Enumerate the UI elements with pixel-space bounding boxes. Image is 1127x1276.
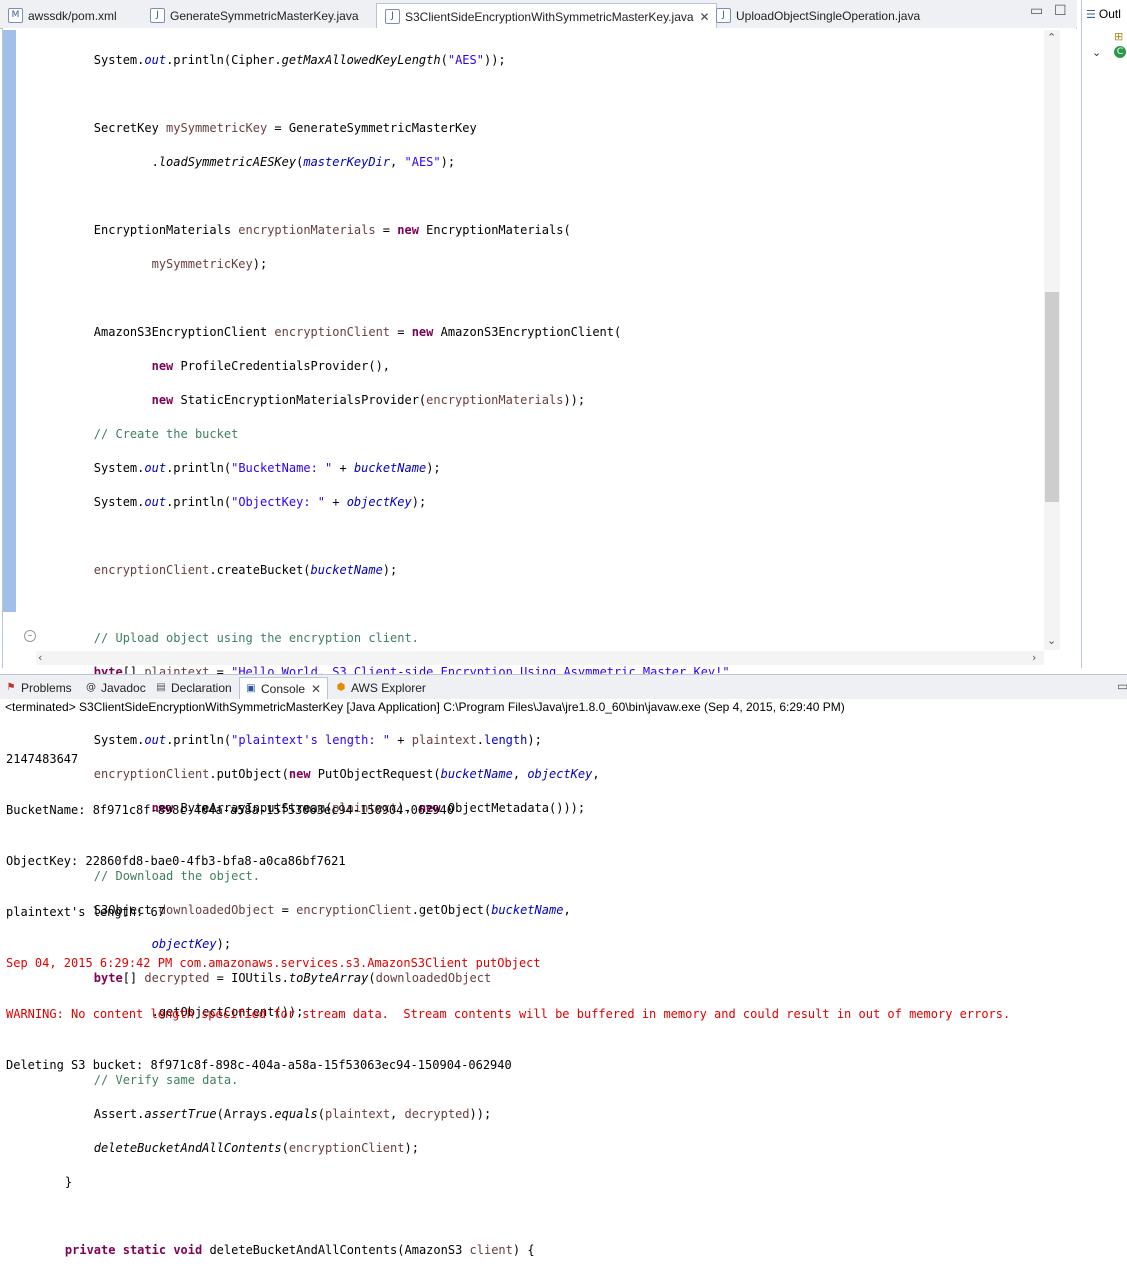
horizontal-scrollbar[interactable] [36,651,1044,665]
console-status: <terminated> S3ClientSideEncryptionWithS… [0,699,1127,716]
scroll-up-icon[interactable]: ⌃ [1047,31,1056,44]
close-icon[interactable]: ✕ [311,682,321,696]
code-line: mySymmetricKey); [151,257,268,271]
tab-javadoc[interactable]: @ Javadoc [80,678,146,698]
outline-panel: ☰ Outl ⊞ ⌄ C [1081,0,1127,668]
package-icon: ⊞ [1114,30,1124,43]
outline-tab-label: Outl [1098,7,1121,21]
console-line: BucketName: 8f971c8f-898c-404a-a58a-15f5… [6,803,454,817]
outline-tab[interactable]: ☰ Outl [1086,7,1121,21]
tab-upload-object-single-operation[interactable]: J UploadObjectSingleOperation.java [708,4,920,27]
tab-pom-xml[interactable]: M awssdk/pom.xml [0,4,117,27]
tab-label: AWS Explorer [351,681,426,695]
code-line: // Create the bucket [93,427,239,441]
editor-tab-bar: M awssdk/pom.xml J GenerateSymmetricMast… [0,0,1077,29]
code-line: Assert.assertTrue(Arrays.equals(plaintex… [36,1107,492,1121]
tab-label: UploadObjectSingleOperation.java [736,8,921,23]
code-line: System.out.println(Cipher.getMaxAllowedK… [36,53,506,67]
code-line: private static void deleteBucketAndAllCo… [64,1243,535,1257]
problems-icon: ⚑ [6,682,16,693]
tab-problems[interactable]: ⚑ Problems [0,678,72,698]
console-output[interactable]: 2147483647 BucketName: 8f971c8f-898c-404… [6,717,1126,1091]
java-file-icon: J [716,8,731,23]
code-line: } [36,1175,73,1189]
scroll-right-icon[interactable]: › [1032,651,1036,664]
fold-collapse-icon[interactable]: − [24,630,36,642]
javadoc-icon: @ [86,682,96,693]
tab-label: awssdk/pom.xml [28,8,117,23]
declaration-icon: ▤ [156,682,166,693]
console-line: Deleting S3 bucket: 8f971c8f-898c-404a-a… [6,1058,512,1072]
console-line-error: Sep 04, 2015 6:29:42 PM com.amazonaws.se… [6,956,541,970]
vertical-scroll-thumb[interactable] [1045,292,1059,502]
maven-icon: M [8,8,23,23]
java-file-icon: J [385,9,400,24]
maximize-icon[interactable]: ☐ [1054,3,1067,19]
tab-s3-client-side-encryption[interactable]: J S3ClientSideEncryptionWithSymmetricMas… [376,3,717,29]
code-line: AmazonS3EncryptionClient encryptionClien… [36,325,622,339]
code-line: encryptionClient.createBucket(bucketName… [93,563,398,577]
code-line: deleteBucketAndAllContents(encryptionCli… [93,1141,419,1155]
console-icon: ▣ [246,683,256,694]
code-line: System.out.println("ObjectKey: " + objec… [36,495,427,509]
code-line: new StaticEncryptionMaterialsProvider(en… [151,393,586,407]
code-line: System.out.println("BucketName: " + buck… [36,461,441,475]
console-line: plaintext's length: 67 [6,905,165,919]
code-line: .loadSymmetricAESKey(masterKeyDir, "AES"… [36,155,456,169]
java-file-icon: J [150,8,165,23]
change-ruler [3,30,16,612]
tab-aws-explorer[interactable]: ⬢ AWS Explorer [330,678,426,698]
view-tab-bar: ⚑ Problems @ Javadoc ▤ Declaration ▣ Con… [0,674,1127,700]
code-line: // Upload object using the encryption cl… [93,631,419,645]
console-line: ObjectKey: 22860fd8-bae0-4fb3-bfa8-a0ca8… [6,854,346,868]
tab-declaration[interactable]: ▤ Declaration [150,678,232,698]
tab-label: Javadoc [101,681,146,695]
scroll-down-icon[interactable]: ⌄ [1047,634,1056,647]
tab-label: Declaration [171,681,232,695]
tab-label: Problems [21,681,72,695]
tab-label: Console [261,682,306,696]
tab-console[interactable]: ▣ Console ✕ [239,677,329,700]
aws-explorer-icon: ⬢ [336,682,346,693]
console-line: 2147483647 [6,752,79,766]
class-icon[interactable]: C [1114,46,1126,58]
code-line: SecretKey mySymmetricKey = GenerateSymme… [36,121,477,135]
scroll-left-icon[interactable]: ‹ [38,651,42,664]
minimize-view-icon[interactable]: ▭ [1117,679,1127,693]
tab-label: S3ClientSideEncryptionWithSymmetricMaste… [405,9,694,24]
console-line-error: WARNING: No content length specified for… [6,1007,1011,1021]
tab-generate-symmetric-master-key[interactable]: J GenerateSymmetricMasterKey.java [142,4,359,27]
tab-label: GenerateSymmetricMasterKey.java [170,8,359,23]
expand-icon[interactable]: ⌄ [1092,46,1101,59]
code-line: new ProfileCredentialsProvider(), [151,359,391,373]
outline-icon: ☰ [1086,7,1096,21]
minimize-icon[interactable]: ▭ [1030,3,1043,19]
code-line: EncryptionMaterials encryptionMaterials … [36,223,571,237]
